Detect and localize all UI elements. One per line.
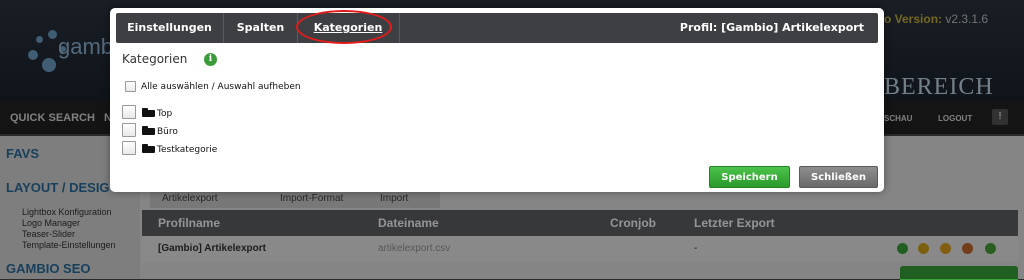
select-all-checkbox[interactable] [125,81,136,92]
select-all-label[interactable]: Alle auswählen / Auswahl aufheben [141,82,301,92]
save-button[interactable]: Speichern [709,166,790,188]
category-label-buero[interactable]: Büro [157,127,178,137]
dialog-tab-bar: Einstellungen Spalten Kategorien Profil:… [116,13,878,43]
tab-spalten[interactable]: Spalten [224,13,297,43]
category-checkbox-testkategorie[interactable] [122,141,136,155]
section-title: Kategorien [122,52,188,66]
folder-icon [142,126,155,135]
close-button[interactable]: Schließen [799,166,878,188]
folder-icon [142,144,155,153]
highlight-ring-annotation [296,10,392,44]
categories-dialog: Einstellungen Spalten Kategorien Profil:… [110,8,884,192]
category-label-top[interactable]: Top [157,109,172,119]
folder-icon [142,108,155,117]
profile-label: Profil: [Gambio] Artikelexport [679,21,864,34]
category-checkbox-buero[interactable] [122,123,136,137]
category-label-testkategorie[interactable]: Testkategorie [157,145,217,155]
tab-einstellungen[interactable]: Einstellungen [116,13,223,43]
tab-divider [399,13,400,43]
category-checkbox-top[interactable] [122,105,136,119]
info-icon[interactable]: i [204,53,217,66]
